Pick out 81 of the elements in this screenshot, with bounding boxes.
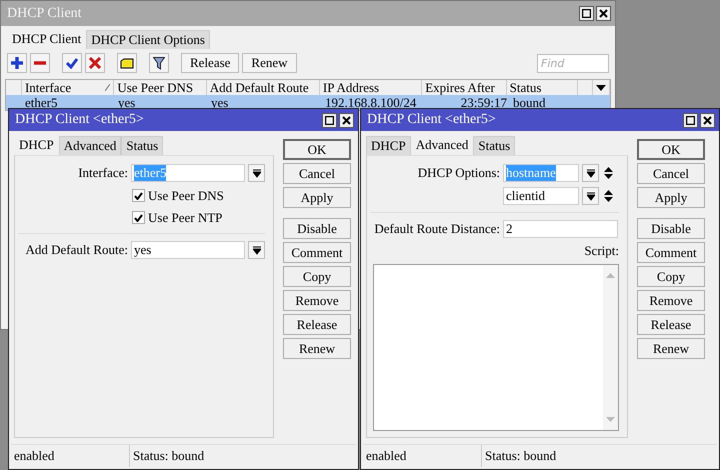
dhcp-option-field[interactable]: clientid: [503, 187, 579, 205]
filter-button[interactable]: [149, 53, 169, 73]
dialog-button[interactable]: Apply: [283, 187, 351, 208]
dropdown-button[interactable]: [248, 241, 265, 259]
dialog-button[interactable]: Disable: [283, 218, 351, 239]
field-label: Interface:: [77, 165, 128, 181]
dialog-button[interactable]: Release: [637, 314, 705, 335]
dialog-button[interactable]: Comment: [283, 242, 351, 263]
checkbox[interactable]: [132, 211, 145, 224]
table-cell-text: ether5: [24, 95, 58, 110]
add-button[interactable]: [7, 53, 27, 73]
cross-icon: [89, 57, 101, 69]
dialog-button[interactable]: Comment: [637, 242, 705, 263]
minus-icon: [34, 61, 46, 65]
dialog-button[interactable]: OK: [637, 139, 705, 160]
dropdown-button[interactable]: [582, 187, 599, 205]
status-text: Status: bound: [132, 447, 206, 465]
tab[interactable]: Advanced: [58, 136, 122, 155]
close-button[interactable]: [700, 112, 715, 128]
caret-icon: [586, 192, 594, 200]
tab[interactable]: DHCP Client Options: [86, 30, 210, 49]
sort-icon: [105, 84, 110, 91]
table-cell-text: yes: [117, 95, 136, 110]
tab[interactable]: Status: [473, 136, 516, 155]
field-label: DHCP Options:: [416, 165, 500, 181]
dialog-button[interactable]: Copy: [283, 266, 351, 287]
close-button[interactable]: [339, 112, 354, 128]
window-title: DHCP Client <ether5>: [15, 112, 144, 128]
caret-icon: [252, 246, 260, 254]
comment-button[interactable]: [117, 53, 137, 73]
caret-icon: [596, 84, 606, 90]
dropdown-button[interactable]: [582, 164, 599, 182]
check-icon: [66, 57, 78, 69]
dialog-button[interactable]: Copy: [637, 266, 705, 287]
table-cell-text: yes: [210, 95, 230, 110]
checkbox-label: Use Peer NTP: [148, 210, 222, 226]
caret-icon: [252, 168, 260, 178]
tab[interactable]: Advanced: [410, 134, 474, 155]
tab[interactable]: DHCP: [366, 136, 411, 155]
up-down-icon[interactable]: [604, 167, 613, 179]
dialog-button[interactable]: Remove: [283, 290, 351, 311]
checkbox[interactable]: [132, 189, 145, 202]
dialog-button[interactable]: Release: [283, 314, 351, 335]
script-field[interactable]: [373, 264, 619, 431]
note-icon: [120, 58, 134, 68]
tab[interactable]: Status: [121, 136, 164, 155]
window-title: DHCP Client: [7, 6, 82, 22]
dialog-button[interactable]: Remove: [637, 290, 705, 311]
dialog-button[interactable]: Apply: [637, 187, 705, 208]
dialog-button[interactable]: Disable: [637, 218, 705, 239]
up-down-icon[interactable]: [604, 190, 613, 202]
field-label: Script:: [584, 243, 619, 259]
enable-button[interactable]: [62, 53, 82, 73]
maximize-button[interactable]: [322, 112, 337, 128]
dialog-button[interactable]: Renew: [637, 338, 705, 359]
toolbar-button[interactable]: Renew: [242, 53, 297, 73]
disable-button[interactable]: [85, 53, 105, 73]
field-label: Default Route Distance:: [373, 221, 500, 237]
toolbar-button[interactable]: Release: [181, 53, 240, 73]
dialog-button[interactable]: Renew: [283, 338, 351, 359]
default-route-distance-field[interactable]: 2: [503, 220, 618, 238]
add-default-route-field[interactable]: yes: [131, 241, 245, 259]
maximize-button[interactable]: [683, 112, 698, 128]
dialog-button[interactable]: Cancel: [283, 163, 351, 184]
dropdown-button[interactable]: [248, 164, 265, 182]
plus-icon: [11, 57, 23, 69]
dialog-button[interactable]: Cancel: [637, 163, 705, 184]
table-cell-text: 192.168.8.100/24: [324, 95, 418, 110]
remove-button[interactable]: [30, 53, 50, 73]
caret-icon: [586, 168, 594, 178]
table-cell-text: 23:59:17: [460, 95, 508, 110]
find-field[interactable]: Find: [537, 54, 609, 72]
funnel-icon: [153, 56, 165, 70]
dialog-button[interactable]: OK: [283, 139, 351, 160]
status-text: enabled: [11, 445, 130, 467]
status-text: enabled: [363, 445, 482, 467]
field-label: Add Default Route:: [24, 242, 128, 258]
checkbox-label: Use Peer DNS: [148, 188, 224, 204]
status-text: Status: bound: [484, 447, 558, 465]
window-title: DHCP Client <ether5>: [367, 112, 496, 128]
table-cell-text: bound: [512, 95, 546, 110]
